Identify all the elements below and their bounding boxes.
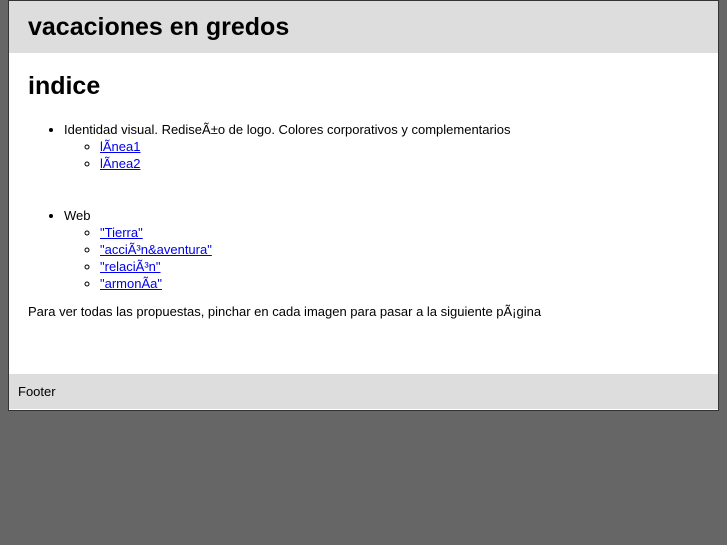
index-list: Identidad visual. RediseÃ±o de logo. Col… — [28, 121, 699, 292]
page-container: vacaciones en gredos indice Identidad vi… — [8, 0, 719, 411]
page-title: indice — [28, 72, 101, 100]
main-content: indice Identidad visual. RediseÃ±o de lo… — [9, 53, 718, 374]
list-item: lÃnea1 — [100, 138, 699, 155]
list-item: lÃnea2 — [100, 155, 699, 172]
section-label: Web — [64, 208, 91, 223]
section-label: Identidad visual. RediseÃ±o de logo. Col… — [64, 122, 511, 137]
link-linea1[interactable]: lÃnea1 — [100, 139, 140, 154]
link-linea2[interactable]: lÃnea2 — [100, 156, 140, 171]
link-armonia[interactable]: "armonÃa" — [100, 276, 162, 291]
link-relacion[interactable]: "relaciÃ³n" — [100, 259, 161, 274]
list-item: "relaciÃ³n" — [100, 258, 699, 275]
link-accion-aventura[interactable]: "acciÃ³n&aventura" — [100, 242, 212, 257]
header: vacaciones en gredos — [9, 1, 718, 53]
list-item: "acciÃ³n&aventura" — [100, 241, 699, 258]
list-item-identidad: Identidad visual. RediseÃ±o de logo. Col… — [64, 121, 699, 207]
instructions-text: Para ver todas las propuestas, pinchar e… — [28, 304, 542, 319]
list-item: "armonÃa" — [100, 275, 699, 292]
site-title: vacaciones en gredos — [28, 13, 290, 41]
list-item-web: Web "Tierra" "acciÃ³n&aventura" "relaciÃ… — [64, 207, 699, 292]
link-tierra[interactable]: "Tierra" — [100, 225, 143, 240]
footer: Footer — [9, 374, 718, 409]
list-item: "Tierra" — [100, 224, 699, 241]
footer-text: Footer — [18, 384, 56, 399]
